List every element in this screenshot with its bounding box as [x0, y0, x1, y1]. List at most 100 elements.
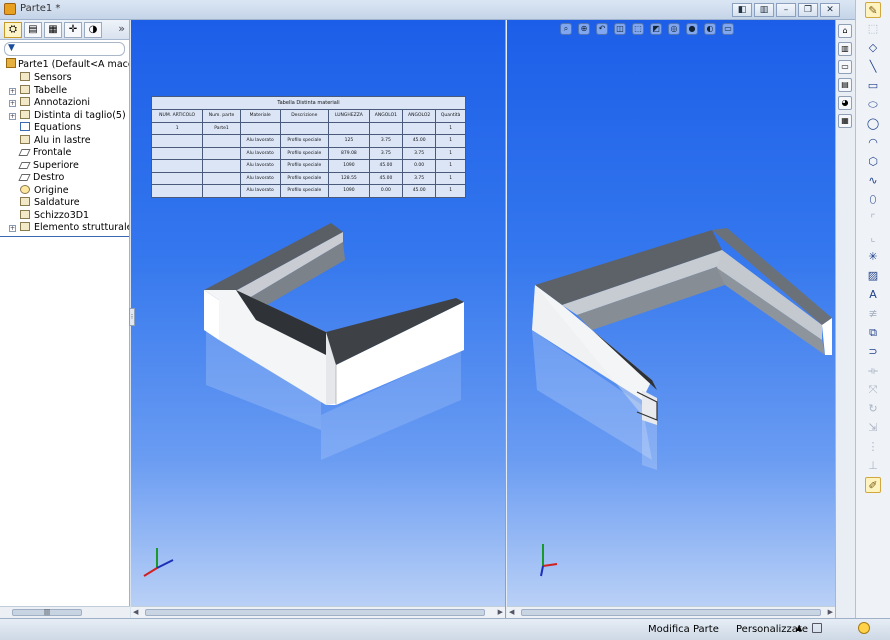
tree-item-origine[interactable]: Origine [0, 184, 129, 198]
tree-item-saldature[interactable]: Saldature [0, 197, 129, 210]
fillet-icon[interactable]: ⌜ [865, 211, 881, 227]
smart-dimension-icon[interactable]: ◇ [865, 40, 881, 56]
ellipse-icon[interactable]: ⬯ [865, 192, 881, 208]
tree-item-equations[interactable]: Equations [0, 122, 129, 135]
scroll-left-arrow-icon[interactable]: ◀ [133, 607, 138, 618]
trim-icon[interactable]: ≢ [865, 306, 881, 322]
previous-view-icon[interactable]: ↶ [596, 23, 608, 35]
point-icon[interactable]: ✳ [865, 249, 881, 265]
expand-icon[interactable]: + [9, 87, 16, 95]
minimize-icon[interactable]: – [776, 3, 796, 17]
spline-icon[interactable]: ∿ [865, 173, 881, 189]
tree-root-part[interactable]: Parte1 (Default<A macchina [0, 58, 129, 72]
tree-selection-line [0, 235, 129, 237]
expand-icon[interactable]: + [9, 225, 16, 232]
display-delete-relations-icon[interactable]: ⊥ [865, 458, 881, 474]
view-orientation-icon[interactable]: ⬚ [632, 23, 644, 35]
rapid-sketch-icon[interactable]: ✐ [865, 477, 881, 493]
move-icon[interactable]: ⤧ [865, 382, 881, 398]
tree-item-frontale[interactable]: Frontale [0, 147, 129, 160]
scrollbar-thumb[interactable] [145, 609, 485, 616]
zoom-area-icon[interactable]: ⊕ [578, 23, 590, 35]
tree-item-label: Alu in lastre [34, 134, 91, 146]
scrollbar-thumb[interactable]: ||| [12, 609, 82, 616]
rotate-icon[interactable]: ↻ [865, 401, 881, 417]
plane-icon[interactable]: ▨ [865, 268, 881, 284]
arc-icon[interactable]: ◠ [865, 135, 881, 151]
pattern-icon[interactable]: ⋮ [865, 439, 881, 455]
hide-show-items-icon[interactable]: ◎ [668, 23, 680, 35]
split-view-icon[interactable]: ◧ [732, 3, 752, 17]
tree-item-tabelle[interactable]: + Tabelle [0, 84, 129, 98]
polygon-icon[interactable]: ⬡ [865, 154, 881, 170]
offset-entities-icon[interactable]: ⊃ [865, 344, 881, 360]
tree-item-destro[interactable]: Destro [0, 172, 129, 185]
mirror-icon[interactable]: ⟛ [865, 363, 881, 379]
text-icon[interactable]: A [865, 287, 881, 303]
part-model-right[interactable] [507, 20, 835, 606]
expand-icon[interactable]: + [9, 100, 16, 107]
left-viewport-scrollbar[interactable]: ◀ ▶ [131, 606, 505, 618]
close-icon[interactable]: ✕ [820, 3, 840, 17]
tree-item-schizzo3d1[interactable]: Schizzo3D1 [0, 209, 129, 223]
right-viewport-scrollbar[interactable]: ◀ ▶ [507, 606, 835, 618]
file-explorer-icon[interactable]: ▭ [838, 60, 852, 74]
tree-filter-input[interactable]: ▼ [4, 42, 125, 56]
solidworks-resources-icon[interactable]: ⌂ [838, 24, 852, 38]
circle-icon[interactable]: ◯ [865, 116, 881, 132]
units-dropdown-caret-icon[interactable]: ▲ [796, 623, 802, 632]
feature-manager-tab-icon[interactable]: ⛭ [4, 22, 22, 38]
task-pane: ⌂ ▥ ▭ ▤ ◕ ▦ [835, 20, 855, 618]
scroll-right-arrow-icon[interactable]: ▶ [498, 607, 503, 618]
sensor-icon [20, 72, 30, 81]
weldment-icon [20, 197, 30, 206]
convert-entities-icon[interactable]: ⧉ [865, 325, 881, 341]
expand-icon[interactable]: + [9, 112, 16, 120]
tree-item-alu-in-lastre[interactable]: Alu in lastre [0, 134, 129, 148]
section-view-icon[interactable]: ◫ [614, 23, 626, 35]
table-folder-icon [20, 84, 30, 94]
restore-icon[interactable]: ❐ [798, 3, 818, 17]
rebuild-status-icon [812, 623, 822, 633]
part-model-left[interactable] [131, 20, 505, 606]
graphics-viewport-left[interactable]: Tabella Distinta materiali NUM. ARTICOLO… [131, 20, 505, 606]
origin-icon [20, 184, 30, 194]
plane-icon [18, 149, 31, 156]
tree-item-sensors[interactable]: Sensors [0, 72, 129, 85]
panel-horizontal-scrollbar[interactable]: ||| [0, 606, 130, 618]
line-icon[interactable]: ╲ [865, 59, 881, 75]
tree-item-label: Tabelle [34, 84, 68, 96]
tree-item-annotazioni[interactable]: + Annotazioni [0, 97, 129, 110]
view-palette-icon[interactable]: ▤ [838, 78, 852, 92]
design-library-icon[interactable]: ▥ [838, 42, 852, 56]
chamfer-icon[interactable]: ⌞ [865, 230, 881, 246]
tree-item-superiore[interactable]: Superiore [0, 160, 129, 173]
display-style-icon[interactable]: ◩ [650, 23, 662, 35]
display-manager-tab-icon[interactable]: ◑ [84, 22, 102, 38]
more-tabs-chevron-icon[interactable]: » [118, 22, 125, 37]
sketch-icon[interactable]: ✎ [865, 2, 881, 18]
slot-icon[interactable]: ⬭ [865, 97, 881, 113]
scroll-left-arrow-icon[interactable]: ◀ [509, 607, 514, 618]
appearances-icon[interactable]: ◕ [838, 96, 852, 110]
panel-collapse-handle[interactable]: ⁝ [129, 308, 135, 326]
graphics-viewport-right[interactable] [507, 20, 835, 606]
property-manager-tab-icon[interactable]: ▤ [24, 22, 42, 38]
dimxpert-tab-icon[interactable]: ✛ [64, 22, 82, 38]
plane-icon [18, 174, 31, 181]
view-settings-icon[interactable]: ▭ [722, 23, 734, 35]
configuration-manager-tab-icon[interactable]: ▦ [44, 22, 62, 38]
tree-item-distinta-di-taglio[interactable]: + Distinta di taglio(5) [0, 109, 129, 123]
tree-item-elemento-strutturale2[interactable]: + Elemento strutturale2 [0, 222, 129, 235]
rectangle-icon[interactable]: ▭ [865, 78, 881, 94]
zoom-to-fit-icon[interactable]: ⌕ [560, 23, 572, 35]
scroll-right-arrow-icon[interactable]: ▶ [828, 607, 833, 618]
scene-icon[interactable]: ◐ [704, 23, 716, 35]
help-icon[interactable] [858, 622, 870, 634]
scrollbar-thumb[interactable] [521, 609, 821, 616]
edit-appearance-icon[interactable]: ● [686, 23, 698, 35]
custom-properties-icon[interactable]: ▦ [838, 114, 852, 128]
scale-icon[interactable]: ⇲ [865, 420, 881, 436]
3d-sketch-icon[interactable]: ⬚ [865, 21, 881, 37]
tile-view-icon[interactable]: ▥ [754, 3, 774, 17]
